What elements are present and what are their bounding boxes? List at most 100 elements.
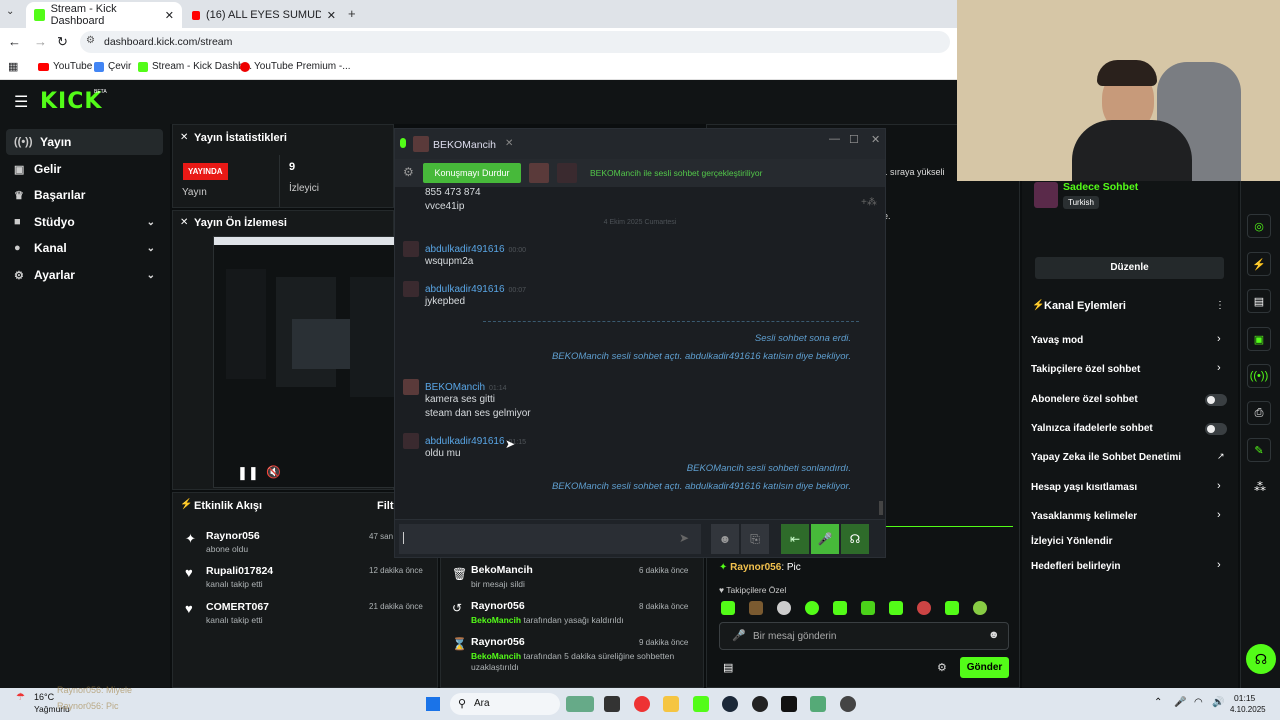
maximize-icon[interactable]: ☐: [849, 133, 859, 146]
sidebar-item-ayarlar[interactable]: ⚙ Ayarlar ⌄: [6, 262, 163, 288]
minimize-icon[interactable]: —: [829, 133, 840, 145]
broadcast-icon[interactable]: ((•)): [1247, 364, 1271, 388]
settings-icon[interactable]: [810, 696, 826, 712]
emote-icon[interactable]: [805, 601, 819, 615]
stop-talking-button[interactable]: Konuşmayı Durdur: [423, 163, 521, 183]
file-explorer-icon[interactable]: [663, 696, 679, 712]
list-item[interactable]: ♥ Rupali017824 kanalı takip etti 12 daki…: [173, 559, 437, 593]
emote-icon[interactable]: [973, 601, 987, 615]
chevron-right-icon[interactable]: ›: [1217, 559, 1221, 571]
action-slow-mode[interactable]: Yavaş mod: [1031, 335, 1083, 346]
chat-input[interactable]: 🎤 Bir mesaj gönderin ☻: [719, 622, 1009, 650]
sidebar-item-gelir[interactable]: ▣ Gelir: [6, 156, 163, 182]
emote-icon[interactable]: [777, 601, 791, 615]
bookmark-kick[interactable]: Stream - Kick Dashb...: [138, 61, 252, 72]
scrollbar[interactable]: [879, 501, 883, 515]
chevron-right-icon[interactable]: ›: [1217, 333, 1221, 345]
add-participant-icon[interactable]: +⁂: [861, 197, 877, 208]
steam-chat-tab-title[interactable]: BEKOMancih: [433, 139, 496, 151]
emote-icon[interactable]: [889, 601, 903, 615]
chevron-right-icon[interactable]: ›: [1217, 362, 1221, 374]
tab-youtube[interactable]: (16) ALL EYES SUMUD FLOTILL... ✕: [184, 2, 344, 28]
sidebar-item-kanal[interactable]: ● Kanal ⌄: [6, 235, 163, 261]
headset-icon[interactable]: ☊: [841, 524, 869, 554]
message-user[interactable]: abdulkadir491616: [425, 244, 505, 255]
taskbar-search[interactable]: ⚲ Ara: [450, 693, 560, 715]
more-icon[interactable]: ⋮: [1215, 300, 1225, 311]
steam-message-input[interactable]: [399, 524, 701, 554]
close-tab-icon[interactable]: ✕: [505, 138, 513, 149]
chat-bubble-icon[interactable]: ▣: [1247, 327, 1271, 351]
chat-settings-icon[interactable]: ⚙: [937, 661, 947, 674]
tray-mic-icon[interactable]: 🎤: [1174, 697, 1186, 708]
mic-icon[interactable]: 🎤: [732, 629, 746, 642]
action-followers-only[interactable]: Takipçilere özel sohbet: [1031, 364, 1140, 375]
weather-temp[interactable]: 16°C: [34, 692, 54, 702]
bookmark-translate[interactable]: Çevir: [94, 61, 131, 72]
list-item[interactable]: ↺ Raynor056 BekoMancih tarafından yasağı…: [441, 597, 703, 629]
microphone-icon[interactable]: 🎤: [811, 524, 839, 554]
mute-icon[interactable]: 🔇: [266, 465, 281, 479]
sidebar-item-yayin[interactable]: ((•)) Yayın: [6, 129, 163, 155]
subscribers-only-toggle[interactable]: [1205, 394, 1227, 406]
bolt-icon[interactable]: ⚡: [1247, 252, 1271, 276]
action-ai-moderation[interactable]: Yapay Zeka ile Sohbet Denetimi: [1031, 452, 1181, 463]
list-item[interactable]: ♥ COMERT067 kanalı takip etti 21 dakika …: [173, 595, 437, 629]
support-headset-icon[interactable]: ☊: [1246, 644, 1276, 674]
send-arrow-icon[interactable]: ➤: [679, 531, 689, 545]
emote-icon[interactable]: [917, 601, 931, 615]
attach-icon[interactable]: ⎘: [741, 524, 769, 554]
share-icon[interactable]: ⁂: [1254, 480, 1266, 494]
new-tab-button[interactable]: +: [348, 6, 356, 21]
emoticon-icon[interactable]: ☻: [711, 524, 739, 554]
kick-app-icon[interactable]: [693, 696, 709, 712]
send-button[interactable]: Gönder: [960, 657, 1009, 678]
sidebar-item-basarilar[interactable]: ♛ Başarılar: [6, 182, 163, 208]
widgets-icon[interactable]: [566, 696, 594, 712]
action-account-age[interactable]: Hesap yaşı kısıtlaması: [1031, 482, 1137, 493]
apps-icon[interactable]: ▦: [8, 60, 18, 73]
back-icon[interactable]: ←: [8, 34, 21, 49]
emote-icon[interactable]: [833, 601, 847, 615]
task-view-icon[interactable]: [604, 696, 620, 712]
steam-icon[interactable]: [722, 696, 738, 712]
emoji-icon[interactable]: ☻: [988, 629, 1000, 641]
chrome-icon[interactable]: [634, 696, 650, 712]
app-icon[interactable]: [840, 696, 856, 712]
message-user[interactable]: abdulkadir491616: [425, 436, 505, 447]
action-banned-words[interactable]: Yasaklanmış kelimeler: [1031, 511, 1137, 522]
clock-time[interactable]: 01:15: [1234, 693, 1255, 703]
target-icon[interactable]: ◎: [1247, 214, 1271, 238]
leave-voice-icon[interactable]: ⇤: [781, 524, 809, 554]
wrench-icon[interactable]: ✎: [1247, 438, 1271, 462]
message-user[interactable]: BEKOMancih: [425, 382, 485, 393]
bookmark-youtube-premium[interactable]: YouTube Premium -...: [240, 61, 351, 72]
close-icon[interactable]: ✕: [327, 9, 336, 22]
bookmark-youtube[interactable]: YouTube: [38, 61, 92, 72]
external-link-icon[interactable]: ↗: [1217, 451, 1225, 462]
voice-settings-icon[interactable]: ⚙: [403, 165, 414, 179]
action-set-goals[interactable]: Hedefleri belirleyin: [1031, 561, 1120, 572]
store-icon[interactable]: ▤: [723, 661, 733, 674]
preview-video[interactable]: ❚❚ 🔇: [213, 236, 396, 488]
chevron-right-icon[interactable]: ›: [1217, 480, 1221, 492]
reload-icon[interactable]: ↻: [57, 34, 68, 50]
tray-chevron-icon[interactable]: ⌃: [1154, 697, 1162, 708]
obs-icon[interactable]: [752, 696, 768, 712]
list-item[interactable]: 🗑 BekoMancih bir mesajı sildi 6 dakika ö…: [441, 561, 703, 593]
emote-icon[interactable]: [945, 601, 959, 615]
url-field[interactable]: ⚙ dashboard.kick.com/stream: [80, 31, 950, 53]
chevron-right-icon[interactable]: ›: [1217, 509, 1221, 521]
emote-icon[interactable]: [721, 601, 735, 615]
emote-icon[interactable]: [749, 601, 763, 615]
close-icon[interactable]: ✕: [165, 9, 174, 22]
emotes-only-toggle[interactable]: [1205, 423, 1227, 435]
action-raid[interactable]: İzleyici Yönlendir: [1031, 536, 1113, 547]
emote-icon[interactable]: [861, 601, 875, 615]
message-user[interactable]: abdulkadir491616: [425, 284, 505, 295]
wifi-icon[interactable]: ◠: [1194, 697, 1203, 708]
volume-icon[interactable]: 🔊: [1212, 697, 1224, 708]
windows-start-icon[interactable]: [426, 697, 440, 711]
forward-icon[interactable]: →: [34, 34, 47, 49]
pause-icon[interactable]: ❚❚: [237, 465, 259, 481]
